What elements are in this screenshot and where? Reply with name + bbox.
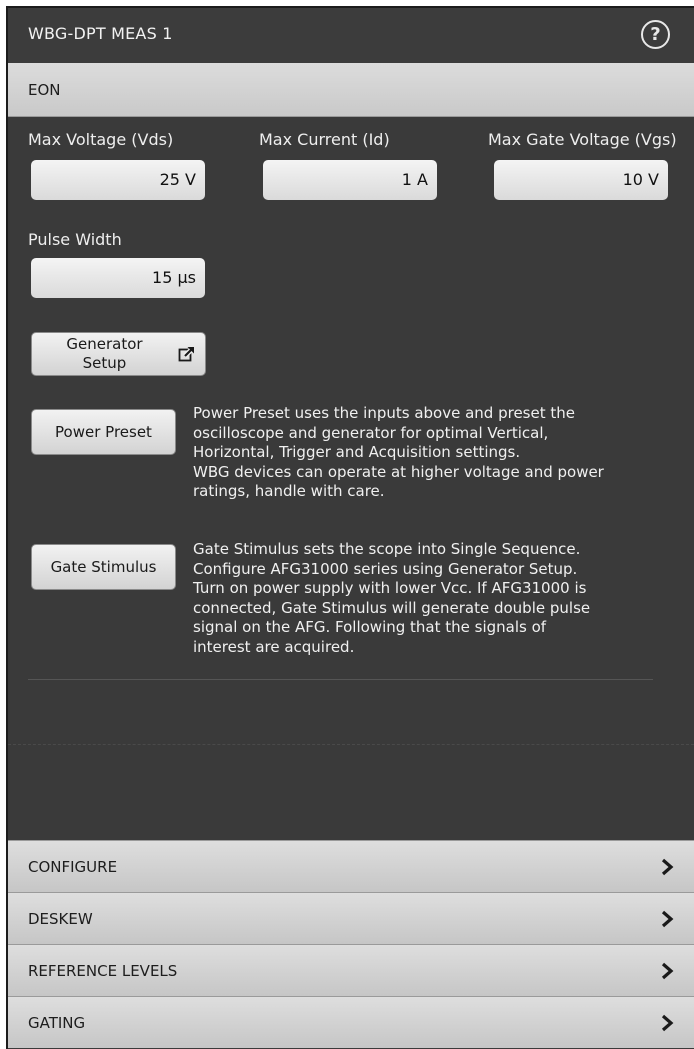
gate-stimulus-desc-line: signal on the AFG. Following that the si…: [193, 618, 547, 636]
accordion-label: REFERENCE LEVELS: [28, 962, 178, 980]
gate-stimulus-desc-line: Gate Stimulus sets the scope into Single…: [193, 540, 581, 558]
pulse-width-field[interactable]: 15 µs: [31, 258, 205, 298]
power-preset-desc-line: WBG devices can operate at higher voltag…: [193, 462, 604, 481]
accordion-configure[interactable]: CONFIGURE: [8, 840, 694, 892]
section-title: EON: [28, 81, 61, 99]
accordion-gating[interactable]: GATING: [8, 996, 694, 1048]
divider: [28, 679, 653, 680]
title-bar: WBG-DPT MEAS 1 ?: [8, 8, 694, 63]
section-header-eon[interactable]: EON: [8, 63, 694, 117]
power-preset-description: Power Preset uses the inputs above and p…: [193, 404, 673, 502]
power-preset-desc-line: ratings, handle with care.: [193, 482, 385, 500]
generator-setup-label: Generator Setup: [32, 335, 177, 373]
gate-stimulus-button[interactable]: Gate Stimulus: [31, 544, 176, 590]
accordion-reference-levels[interactable]: REFERENCE LEVELS: [8, 944, 694, 996]
external-link-icon: [178, 346, 195, 362]
accordion-deskew[interactable]: DESKEW: [8, 892, 694, 944]
chevron-right-icon: [661, 910, 674, 928]
power-preset-desc-line: oscilloscope and generator for optimal V…: [193, 423, 549, 442]
generator-setup-button[interactable]: Generator Setup: [31, 332, 206, 376]
power-preset-button[interactable]: Power Preset: [31, 409, 176, 455]
generator-setup-line2: Setup: [82, 354, 127, 372]
panel-title: WBG-DPT MEAS 1: [28, 24, 173, 43]
gate-stimulus-description: Gate Stimulus sets the scope into Single…: [193, 540, 673, 657]
gate-stimulus-desc-line: interest are acquired.: [193, 637, 355, 656]
max-voltage-label: Max Voltage (Vds): [28, 130, 174, 149]
gate-stimulus-desc-line: Turn on power supply with lower Vcc. If …: [193, 579, 587, 597]
power-preset-desc-line: Horizontal, Trigger and Acquisition sett…: [193, 443, 521, 461]
chevron-right-icon: [661, 962, 674, 980]
gate-stimulus-desc-line: Configure AFG31000 series using Generato…: [193, 559, 578, 578]
power-preset-desc-line: Power Preset uses the inputs above and p…: [193, 404, 575, 422]
pulse-width-label: Pulse Width: [28, 230, 122, 249]
measurement-panel: WBG-DPT MEAS 1 ? EON Max Voltage (Vds) M…: [6, 6, 694, 1049]
max-gate-voltage-field[interactable]: 10 V: [494, 160, 668, 200]
help-icon[interactable]: ?: [641, 20, 670, 49]
accordion-label: DESKEW: [28, 910, 93, 928]
accordion-label: CONFIGURE: [28, 858, 118, 876]
max-current-field[interactable]: 1 A: [263, 160, 437, 200]
dashed-divider: [8, 744, 694, 745]
max-current-label: Max Current (Id): [259, 130, 390, 149]
max-voltage-field[interactable]: 25 V: [31, 160, 205, 200]
gate-stimulus-desc-line: connected, Gate Stimulus will generate d…: [193, 598, 591, 617]
generator-setup-line1: Generator: [66, 335, 143, 353]
chevron-right-icon: [661, 858, 674, 876]
max-gate-voltage-label: Max Gate Voltage (Vgs): [488, 130, 677, 149]
chevron-right-icon: [661, 1014, 674, 1032]
accordion-label: GATING: [28, 1014, 86, 1032]
